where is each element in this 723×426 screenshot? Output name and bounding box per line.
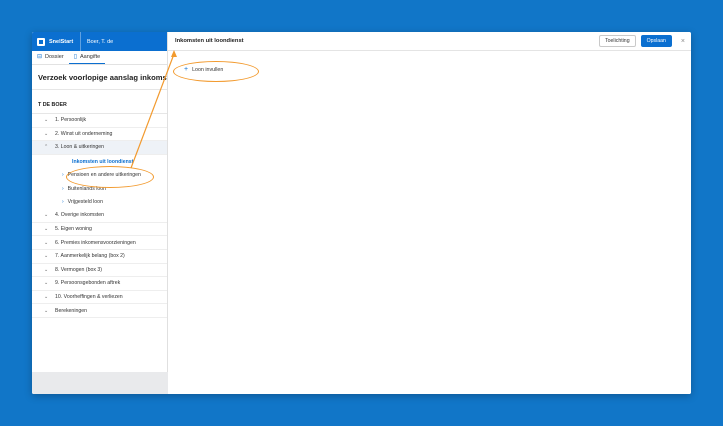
tab-label: Dossier [45, 53, 64, 60]
chevron-down-icon: ⌄ [44, 266, 49, 273]
nav-tree: T DE BOER ⌄ 1. Persoonlijk ⌄ 2. Winst uit … [32, 90, 167, 372]
brand-bar: SnelStart Boer, T. de [32, 32, 167, 51]
nav-item-label: Berekeningen [55, 307, 88, 314]
nav-item-label: 3. Loon & uitkeringen [55, 144, 105, 151]
chevron-right-icon: › [62, 199, 64, 206]
highlight-ellipse-sub-item [66, 166, 154, 188]
main-header: Inkomsten uit loondienst Toelichting Ops… [168, 32, 691, 51]
nav-item-eigen-woning[interactable]: ⌄ 5. Eigen woning [32, 223, 167, 237]
brand-name: SnelStart [49, 38, 74, 45]
sub-item-label: Vrijgesteld loon [67, 199, 103, 206]
chevron-right-icon: › [62, 172, 64, 179]
chevron-down-icon: ⌄ [44, 253, 49, 260]
nav-item-persoonsgebonden-aftrek[interactable]: ⌄ 9. Persoonsgebonden aftrek [32, 277, 167, 291]
chevron-down-icon: ⌄ [44, 212, 49, 219]
folder-icon: ⊟ [37, 54, 43, 60]
nav-item-label: 10. Voorheffingen & verliezen [55, 294, 123, 301]
sub-item-vrijgesteld-loon[interactable]: › Vrijgesteld loon [32, 196, 167, 210]
tab-label: Aangifte [80, 53, 101, 60]
form-title: Verzoek voorlopige aanslag inkomsten [32, 65, 167, 90]
nav-item-persoonlijk[interactable]: ⌄ 1. Persoonlijk [32, 114, 167, 128]
highlight-ellipse-add-loon [173, 61, 259, 82]
nav-item-vermogen[interactable]: ⌄ 8. Vermogen (box 3) [32, 264, 167, 278]
nav-item-winst[interactable]: ⌄ 2. Winst uit onderneming [32, 128, 167, 142]
sub-item-label: Inkomsten uit loondienst [72, 158, 134, 165]
nav-item-aanmerkelijk-belang[interactable]: ⌄ 7. Aanmerkelijk belang (box 2) [32, 250, 167, 264]
logo[interactable]: SnelStart [32, 32, 81, 51]
chevron-down-icon: ⌄ [44, 294, 49, 301]
chevron-down-icon: ⌄ [44, 307, 49, 314]
nav-item-loon[interactable]: ⌃ 3. Loon & uitkeringen [32, 141, 167, 155]
nav-item-voorheffingen[interactable]: ⌄ 10. Voorheffingen & verliezen [32, 291, 167, 305]
nav-item-label: 2. Winst uit onderneming [55, 130, 113, 137]
chevron-down-icon: ⌄ [44, 117, 49, 124]
client-name: T DE BOER [32, 102, 167, 114]
app-window: SnelStart Boer, T. de ⊟ Dossier ▯ Aangif… [32, 32, 691, 394]
nav-item-overige-inkomsten[interactable]: ⌄ 4. Overige inkomsten [32, 209, 167, 223]
nav-item-label: 1. Persoonlijk [55, 117, 87, 124]
save-button[interactable]: Opslaan [640, 35, 672, 47]
tab-dossier[interactable]: ⊟ Dossier [32, 53, 69, 64]
page-title: Inkomsten uit loondienst [175, 38, 244, 44]
chevron-down-icon: ⌄ [44, 280, 49, 287]
chevron-down-icon: ⌄ [44, 239, 49, 246]
main-panel: Inkomsten uit loondienst Toelichting Ops… [168, 32, 691, 394]
nav-item-berekeningen[interactable]: ⌄ Berekeningen [32, 304, 167, 318]
chevron-down-icon: ⌄ [44, 226, 49, 233]
tab-aangifte[interactable]: ▯ Aangifte [68, 53, 106, 64]
sidebar-footer [32, 372, 168, 394]
header-actions: Toelichting Opslaan × [599, 35, 685, 47]
sidebar: SnelStart Boer, T. de ⊟ Dossier ▯ Aangif… [32, 32, 168, 394]
chevron-down-icon: ⌄ [44, 130, 49, 137]
nav-item-label: 8. Vermogen (box 3) [55, 266, 103, 273]
chevron-right-icon: › [62, 185, 64, 192]
snelstart-logo-icon [37, 37, 45, 46]
user-name[interactable]: Boer, T. de [81, 39, 113, 45]
nav-item-label: 4. Overige inkomsten [55, 212, 105, 219]
nav-item-label: 9. Persoonsgebonden aftrek [55, 280, 121, 287]
close-icon[interactable]: × [681, 38, 685, 45]
help-button[interactable]: Toelichting [599, 35, 636, 47]
nav-item-premies[interactable]: ⌄ 6. Premies inkomensvoorzieningen [32, 236, 167, 250]
nav-item-label: 5. Eigen woning [55, 226, 92, 233]
chevron-up-icon: ⌃ [44, 144, 49, 151]
document-icon: ▯ [73, 54, 77, 60]
nav-item-label: 6. Premies inkomensvoorzieningen [55, 239, 136, 246]
tab-bar: ⊟ Dossier ▯ Aangifte [32, 51, 167, 65]
nav-item-label: 7. Aanmerkelijk belang (box 2) [55, 253, 125, 260]
